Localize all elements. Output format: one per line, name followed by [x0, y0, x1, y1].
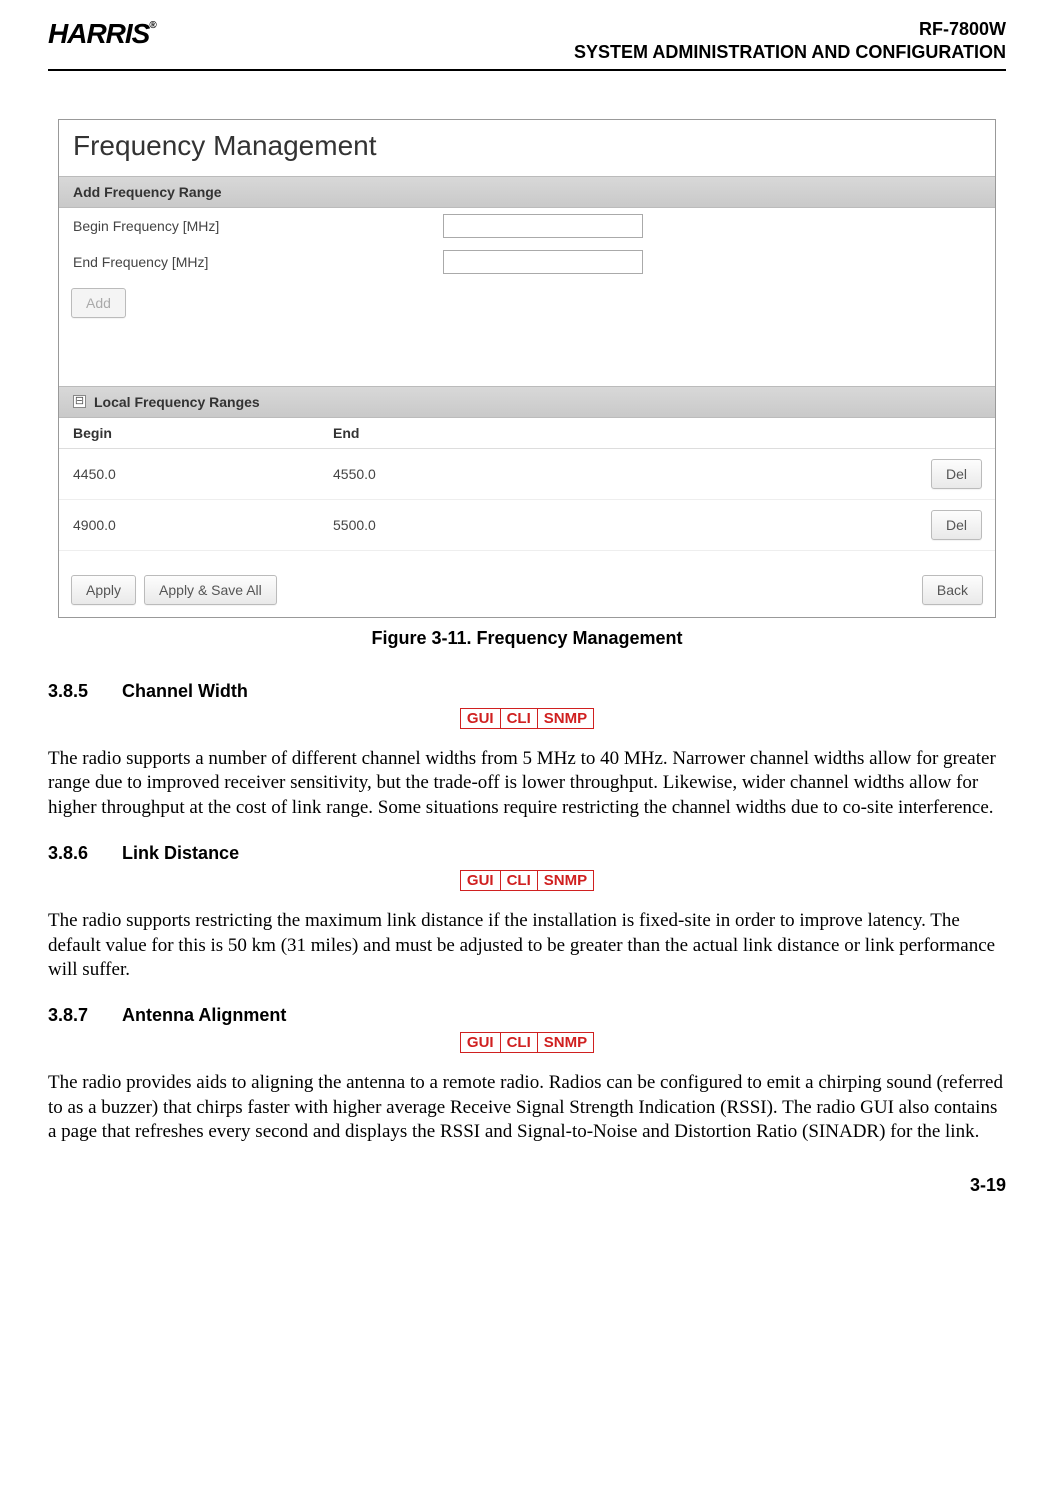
apply-button[interactable]: Apply — [71, 575, 136, 605]
interface-badges: GUI CLI SNMP — [48, 1032, 1006, 1053]
cli-badge: CLI — [500, 870, 537, 890]
section-paragraph: The radio supports a number of different… — [48, 747, 1006, 821]
section-label: Local Frequency Ranges — [94, 394, 260, 410]
gui-badge: GUI — [460, 1032, 500, 1052]
section-title: Antenna Alignment — [122, 1005, 286, 1026]
section-number: 3.8.7 — [48, 1005, 88, 1026]
local-frequency-ranges-header: ⊟ Local Frequency Ranges — [59, 386, 995, 418]
section-heading-386: 3.8.6 Link Distance — [48, 843, 1006, 864]
section-title: Channel Width — [122, 681, 248, 702]
back-button[interactable]: Back — [922, 575, 983, 605]
interface-badges: GUI CLI SNMP — [48, 870, 1006, 891]
table-header: Begin End — [59, 418, 995, 449]
end-frequency-label: End Frequency [MHz] — [73, 254, 443, 270]
section-heading-385: 3.8.5 Channel Width — [48, 681, 1006, 702]
harris-logo: HARRIS ® — [48, 18, 156, 50]
delete-button[interactable]: Del — [931, 510, 982, 540]
page-header: HARRIS ® RF-7800W SYSTEM ADMINISTRATION … — [48, 18, 1006, 71]
section-number: 3.8.5 — [48, 681, 88, 702]
frequency-management-panel: Frequency Management Add Frequency Range… — [58, 119, 996, 618]
cli-badge: CLI — [500, 708, 537, 728]
cell-end: 4550.0 — [333, 466, 931, 482]
cli-badge: CLI — [500, 1032, 537, 1052]
gui-badge: GUI — [460, 708, 500, 728]
section-label: Add Frequency Range — [73, 184, 222, 200]
apply-save-all-button[interactable]: Apply & Save All — [144, 575, 277, 605]
delete-button[interactable]: Del — [931, 459, 982, 489]
section-number: 3.8.6 — [48, 843, 88, 864]
snmp-badge: SNMP — [537, 1032, 593, 1052]
add-button[interactable]: Add — [71, 288, 126, 318]
table-row: 4900.0 5500.0 Del — [59, 500, 995, 551]
chapter-title: SYSTEM ADMINISTRATION AND CONFIGURATION — [574, 41, 1006, 64]
cell-begin: 4450.0 — [73, 466, 333, 482]
cell-begin: 4900.0 — [73, 517, 333, 533]
header-title-block: RF-7800W SYSTEM ADMINISTRATION AND CONFI… — [574, 18, 1006, 65]
collapse-icon[interactable]: ⊟ — [73, 395, 86, 408]
interface-badges: GUI CLI SNMP — [48, 708, 1006, 729]
panel-footer: Apply Apply & Save All Back — [59, 551, 995, 617]
begin-frequency-row: Begin Frequency [MHz] — [59, 208, 995, 244]
begin-frequency-input[interactable] — [443, 214, 643, 238]
model-number: RF-7800W — [574, 18, 1006, 41]
snmp-badge: SNMP — [537, 708, 593, 728]
registered-mark: ® — [149, 20, 155, 31]
page-number: 3-19 — [48, 1175, 1006, 1196]
logo-text: HARRIS — [48, 18, 149, 50]
col-begin-header: Begin — [73, 425, 333, 441]
section-heading-387: 3.8.7 Antenna Alignment — [48, 1005, 1006, 1026]
add-frequency-range-header: Add Frequency Range — [59, 176, 995, 208]
section-title: Link Distance — [122, 843, 239, 864]
section-paragraph: The radio supports restricting the maxim… — [48, 909, 1006, 983]
begin-frequency-label: Begin Frequency [MHz] — [73, 218, 443, 234]
section-paragraph: The radio provides aids to aligning the … — [48, 1071, 1006, 1145]
end-frequency-row: End Frequency [MHz] — [59, 244, 995, 280]
table-row: 4450.0 4550.0 Del — [59, 449, 995, 500]
figure-caption: Figure 3-11. Frequency Management — [48, 628, 1006, 649]
snmp-badge: SNMP — [537, 870, 593, 890]
end-frequency-input[interactable] — [443, 250, 643, 274]
gui-badge: GUI — [460, 870, 500, 890]
cell-end: 5500.0 — [333, 517, 931, 533]
col-end-header: End — [333, 425, 931, 441]
panel-title: Frequency Management — [59, 120, 995, 176]
